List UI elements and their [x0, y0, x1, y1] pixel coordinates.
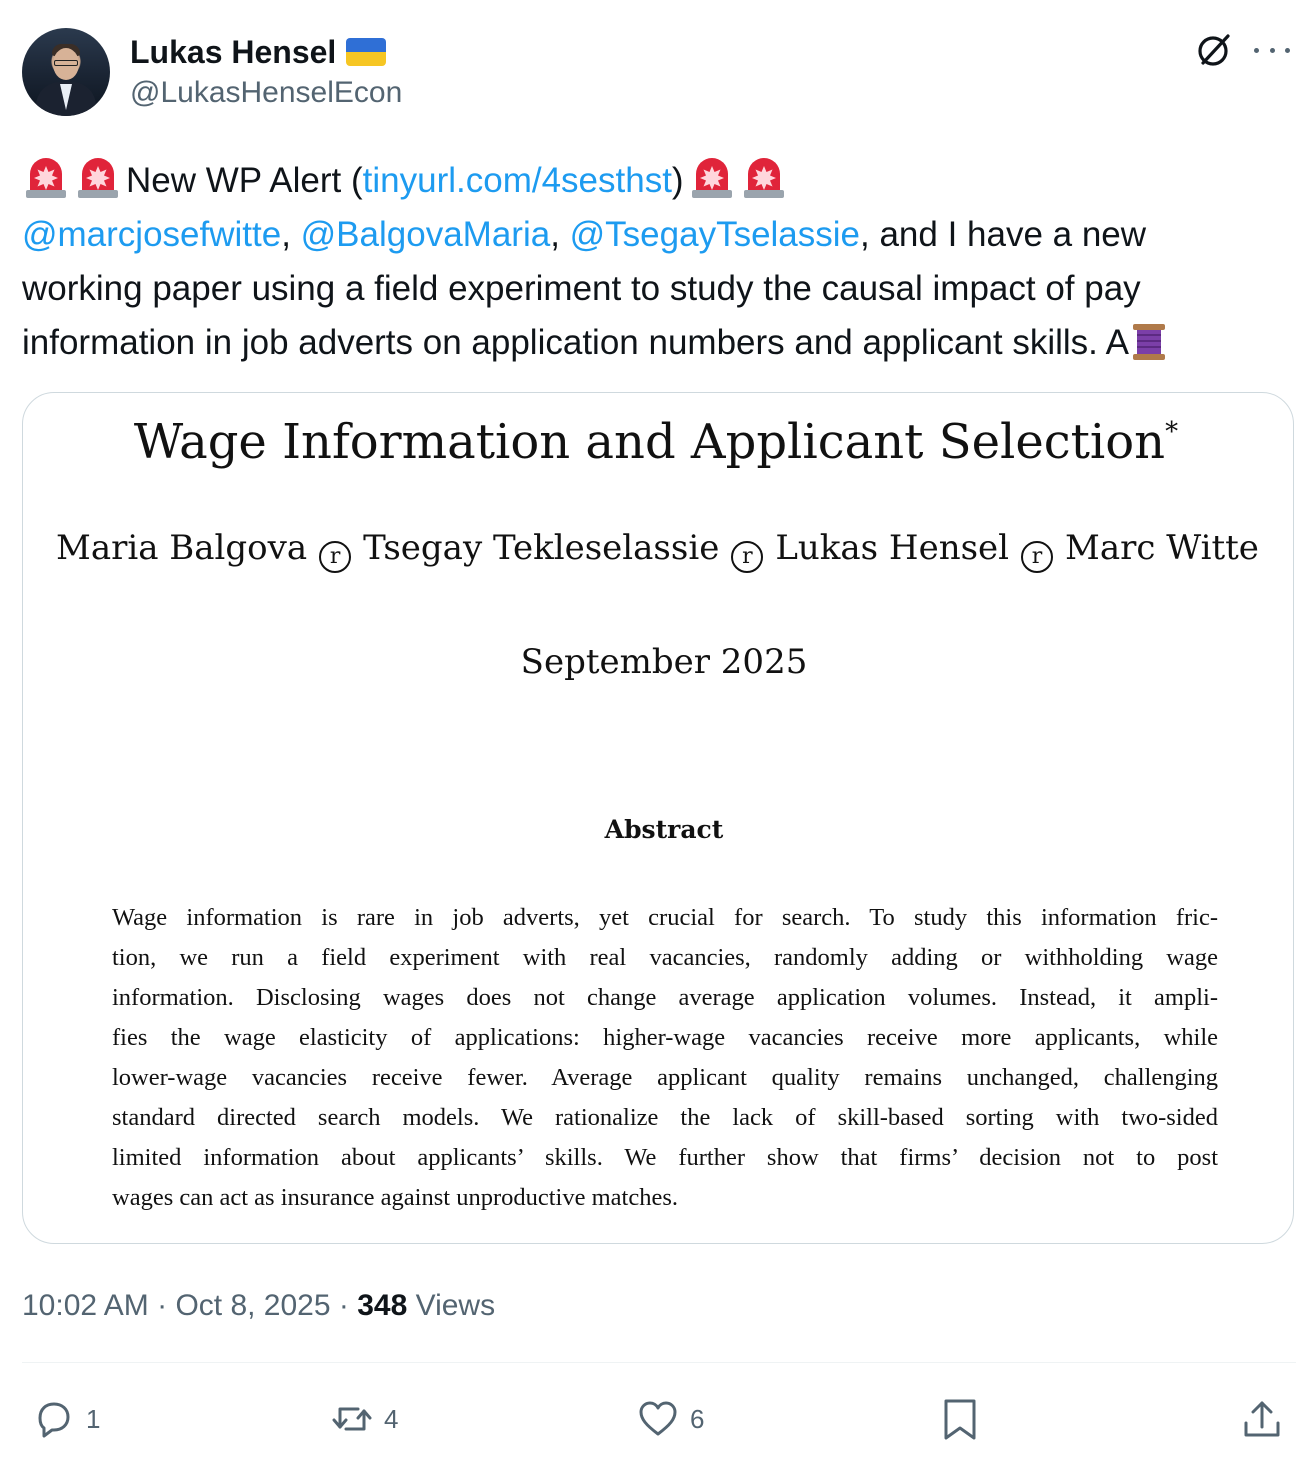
abstract-line: Wage information is rare in job adverts,… — [112, 904, 1218, 931]
separator: , — [550, 215, 570, 254]
abstract-line: fies the wage elasticity of applications… — [112, 1024, 1218, 1051]
police-siren-emoji — [691, 158, 732, 198]
random-order-icon: r — [1021, 541, 1054, 573]
like-count: 6 — [690, 1403, 705, 1434]
tweet-line-2: @marcjosefwitte, @BalgovaMaria, @TsegayT… — [22, 208, 1297, 262]
abstract-line: wages can act as insurance against unpro… — [112, 1184, 679, 1211]
meta-separator: · — [330, 1289, 358, 1322]
reply-count: 1 — [86, 1403, 101, 1434]
share-button[interactable] — [1240, 1394, 1284, 1444]
abstract-body: Wage information is rare in job adverts,… — [112, 898, 1218, 1218]
abstract-line: tion, we run a field experiment with rea… — [112, 944, 1218, 971]
separator: , — [281, 215, 301, 254]
random-order-icon: r — [731, 541, 764, 573]
tweet-line-3: working paper using a field experiment t… — [22, 269, 1141, 308]
tweet: Lukas Hensel @LukasHenselEcon New WP Ale… — [0, 0, 1312, 1463]
paper-title-text: Wage Information and Applicant Selection — [133, 414, 1166, 470]
bookmark-button[interactable] — [938, 1394, 982, 1444]
author-3: Lukas Hensel — [775, 528, 1010, 568]
meta-separator: · — [148, 1289, 176, 1322]
tweet-line-1: New WP Alert (tinyurl.com/4sesthst) — [22, 154, 1297, 208]
display-name[interactable]: Lukas Hensel — [130, 34, 336, 71]
police-siren-emoji — [743, 158, 784, 198]
abstract-line: information. Disclosing wages does not c… — [112, 984, 1218, 1011]
divider — [22, 1362, 1296, 1363]
repost-count: 4 — [384, 1403, 399, 1434]
abstract-heading: Abstract — [604, 815, 724, 844]
tweet-line-2-tail: , and I have a new — [860, 215, 1147, 254]
paper-date: September 2025 — [520, 642, 808, 682]
tweet-text: New WP Alert (tinyurl.com/4sesthst) @mar… — [22, 154, 1297, 370]
author-handle[interactable]: @LukasHenselEcon — [130, 76, 402, 110]
mention-tsegaytselassie[interactable]: @TsegayTselassie — [570, 215, 860, 254]
mention-balgovamaria[interactable]: @BalgovaMaria — [301, 215, 551, 254]
tweet-line-4-text: information in job adverts on applicatio… — [22, 323, 1130, 362]
like-button[interactable]: 6 — [636, 1394, 704, 1444]
tweet-meta: 10:02 AM · Oct 8, 2025 · 348 Views — [22, 1286, 495, 1326]
more-icon[interactable] — [1254, 34, 1290, 66]
random-order-icon: r — [319, 541, 352, 573]
tweet-time[interactable]: 10:02 AM — [22, 1289, 149, 1322]
paper-authors: Maria Balgova r Tsegay Tekleselassie r Lukas… — [56, 524, 1278, 573]
mention-marcjosefwitte[interactable]: @marcjosefwitte — [22, 215, 281, 254]
grok-icon[interactable] — [1194, 30, 1234, 70]
author-2: Tsegay Tekleselassie — [363, 528, 720, 568]
author-name-row: Lukas Hensel — [130, 30, 387, 74]
author-4: Marc Witte — [1065, 528, 1259, 568]
tweet-paren: ) — [671, 161, 684, 200]
paper-link[interactable]: tinyurl.com/4sesthst — [363, 161, 672, 200]
tweet-line-4: information in job adverts on applicatio… — [22, 316, 1297, 370]
paper-title: Wage Information and Applicant Selection… — [0, 402, 1312, 472]
tweet-date[interactable]: Oct 8, 2025 — [175, 1289, 330, 1322]
heart-icon — [639, 1401, 677, 1436]
repost-icon — [332, 1407, 372, 1431]
abstract-line: limited information about applicants’ sk… — [112, 1144, 1218, 1171]
title-footnote-mark: * — [1165, 417, 1179, 447]
abstract-line: standard directed search models. We rati… — [112, 1104, 1218, 1131]
tweet-headline: New WP Alert ( — [126, 161, 363, 200]
views-label: Views — [407, 1289, 496, 1322]
police-siren-emoji — [78, 158, 118, 198]
reply-icon — [38, 1402, 70, 1438]
reply-button[interactable]: 1 — [32, 1394, 100, 1444]
repost-button[interactable]: 4 — [330, 1394, 398, 1444]
abstract-line: lower-wage vacancies receive fewer. Aver… — [112, 1064, 1218, 1091]
thread-spool-emoji — [1133, 324, 1166, 360]
ukraine-flag-icon — [346, 38, 387, 66]
avatar[interactable] — [22, 28, 110, 116]
police-siren-emoji — [26, 158, 66, 198]
author-1: Maria Balgova — [56, 528, 308, 568]
share-icon — [1244, 1401, 1280, 1437]
bookmark-icon — [944, 1399, 976, 1440]
views-count: 348 — [357, 1289, 408, 1322]
